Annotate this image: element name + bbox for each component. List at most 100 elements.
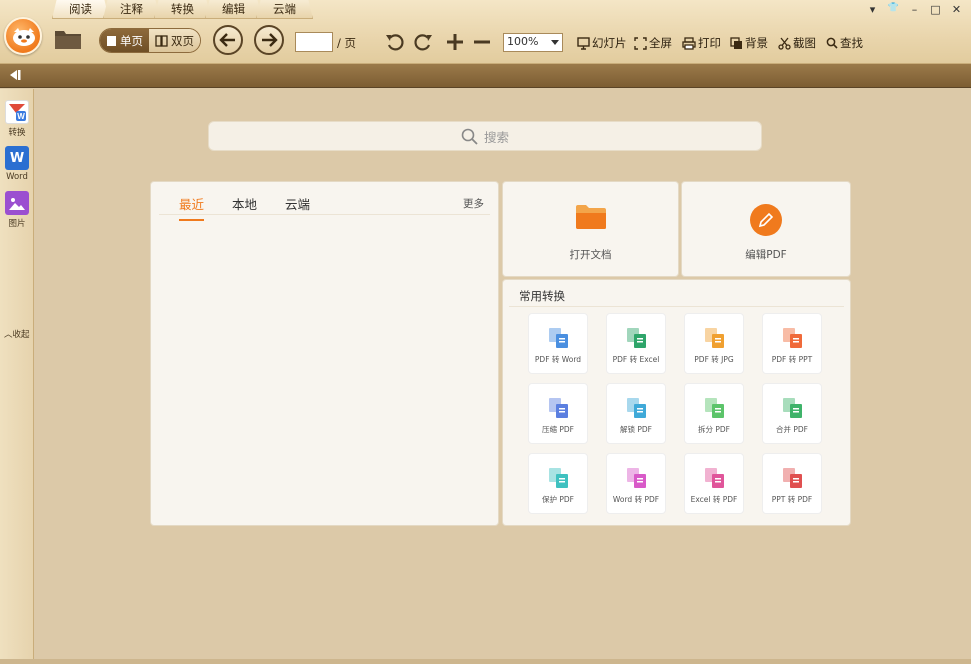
divider — [159, 214, 490, 215]
collapse-sidebar-button[interactable] — [8, 69, 22, 84]
tile-pdf-to-ppt[interactable]: PDF 转 PPT — [762, 313, 822, 374]
tile-label: 解锁 PDF — [620, 425, 652, 434]
sidebar-item-image[interactable]: 图片 — [4, 191, 30, 229]
tile-label: 合并 PDF — [776, 425, 808, 434]
next-page-button[interactable] — [254, 25, 284, 55]
double-page-button[interactable]: 双页 — [149, 29, 200, 52]
tile-merge-pdf[interactable]: 合并 PDF — [762, 383, 822, 444]
screenshot-button[interactable]: 截图 — [778, 35, 816, 51]
tab-read[interactable]: 阅读 — [52, 0, 109, 19]
tile-ppt-to-pdf[interactable]: PPT 转 PDF — [762, 453, 822, 514]
print-button[interactable]: 打印 — [682, 35, 721, 51]
scissors-icon — [778, 37, 791, 50]
rotate-right-button[interactable] — [412, 31, 434, 53]
close-button[interactable]: ✕ — [950, 3, 963, 16]
tile-label: PPT 转 PDF — [771, 495, 813, 504]
tab-local[interactable]: 本地 — [232, 194, 257, 221]
print-label: 打印 — [698, 36, 721, 50]
tile-label: PDF 转 Excel — [612, 355, 660, 364]
open-folder-button[interactable] — [53, 26, 83, 52]
maximize-button[interactable]: □ — [929, 3, 942, 16]
search-placeholder: 搜索 — [483, 129, 509, 145]
page-number-input[interactable] — [295, 32, 333, 52]
common-conversions-panel: 常用转换 PDF 转 Word PDF 转 Excel PDF 转 JPG PDF 转… — [502, 279, 851, 526]
tile-pdf-to-jpg[interactable]: PDF 转 JPG — [684, 313, 744, 374]
zoom-value: 100% — [507, 35, 539, 48]
sidebar-item-label: 图片 — [8, 219, 26, 229]
tile-compress-pdf[interactable]: 压缩 PDF — [528, 383, 588, 444]
double-page-icon — [155, 34, 168, 47]
logo-animal-icon — [13, 28, 35, 46]
protect-pdf-icon — [549, 468, 568, 488]
tab-annotate[interactable]: 注释 — [103, 0, 160, 19]
fullscreen-label: 全屏 — [649, 36, 672, 50]
tile-excel-to-pdf[interactable]: Excel 转 PDF — [684, 453, 744, 514]
sidebar-item-label: 转换 — [8, 128, 26, 138]
chevron-down-icon — [551, 40, 559, 45]
ribbon-tabs: 阅读 注释 转换 编辑 云端 — [52, 0, 313, 19]
single-page-label: 单页 — [120, 33, 143, 48]
tile-pdf-to-excel[interactable]: PDF 转 Excel — [606, 313, 666, 374]
search-icon — [826, 37, 838, 49]
zoom-in-button[interactable] — [445, 32, 465, 52]
skin-icon[interactable]: 👕 — [887, 3, 900, 16]
app-logo[interactable] — [4, 17, 42, 55]
find-button[interactable]: 查找 — [826, 35, 863, 51]
background-label: 背景 — [745, 36, 768, 50]
tab-recent[interactable]: 最近 — [179, 194, 205, 221]
fullscreen-button[interactable]: 全屏 — [634, 35, 672, 51]
zoom-select[interactable]: 100% — [503, 33, 563, 52]
single-page-button[interactable]: 单页 — [100, 29, 149, 52]
screenshot-label: 截图 — [793, 36, 816, 50]
split-pdf-icon — [705, 398, 724, 418]
tab-edit[interactable]: 编辑 — [205, 0, 262, 19]
tile-word-to-pdf[interactable]: Word 转 PDF — [606, 453, 666, 514]
edit-pdf-button[interactable]: 编辑PDF — [681, 181, 851, 277]
sidebar-item-label: Word — [6, 172, 28, 182]
sidebar-item-convert[interactable]: W 转换 — [4, 100, 30, 138]
compress-pdf-icon — [549, 398, 568, 418]
open-document-label: 打开文档 — [569, 249, 612, 261]
search-input[interactable]: 搜索 — [208, 121, 762, 151]
tab-cloud-files[interactable]: 云端 — [285, 194, 310, 221]
image-icon — [5, 191, 29, 215]
zoom-out-button[interactable] — [472, 32, 492, 52]
edit-pencil-icon — [750, 204, 782, 239]
open-document-button[interactable]: 打开文档 — [502, 181, 679, 277]
ppt-to-pdf-icon — [783, 468, 802, 488]
pdf-to-jpg-icon — [705, 328, 724, 348]
excel-to-pdf-icon — [705, 468, 724, 488]
background-button[interactable]: 背景 — [730, 35, 768, 51]
prev-page-button[interactable] — [213, 25, 243, 55]
tile-label: 压缩 PDF — [542, 425, 574, 434]
slideshow-icon — [577, 36, 590, 50]
toolbar-area: 阅读 注释 转换 编辑 云端 ▾ 👕 – □ ✕ 单页 双页 / 页 100% … — [0, 0, 971, 64]
tile-pdf-to-word[interactable]: PDF 转 Word — [528, 313, 588, 374]
double-page-label: 双页 — [171, 33, 194, 48]
arrow-left-icon — [219, 33, 235, 47]
tile-protect-pdf[interactable]: 保护 PDF — [528, 453, 588, 514]
tile-split-pdf[interactable]: 拆分 PDF — [684, 383, 744, 444]
pdf-to-ppt-icon — [783, 328, 802, 348]
merge-pdf-icon — [783, 398, 802, 418]
slideshow-button[interactable]: 幻灯片 — [577, 35, 627, 51]
rotate-left-icon — [386, 34, 404, 51]
search-icon — [461, 128, 478, 145]
tab-convert[interactable]: 转换 — [154, 0, 211, 19]
window-controls: ▾ 👕 – □ ✕ — [866, 3, 963, 16]
convert-icon: W — [5, 100, 29, 124]
tile-label: Excel 转 PDF — [690, 495, 738, 504]
find-label: 查找 — [840, 36, 863, 50]
tile-unlock-pdf[interactable]: 解锁 PDF — [606, 383, 666, 444]
minimize-button[interactable]: – — [908, 3, 921, 16]
background-icon — [730, 36, 742, 49]
sidebar-collapse-button[interactable]: ︿收起 — [4, 328, 30, 340]
sidebar-item-word[interactable]: W Word — [4, 146, 30, 182]
menu-icon[interactable]: ▾ — [866, 3, 879, 16]
view-mode-toggle: 单页 双页 — [99, 28, 201, 53]
rotate-left-button[interactable] — [384, 31, 406, 53]
more-link[interactable]: 更多 — [463, 196, 484, 211]
tile-label: Word 转 PDF — [612, 495, 660, 504]
rotate-right-icon — [414, 34, 432, 51]
tab-cloud[interactable]: 云端 — [256, 0, 313, 19]
